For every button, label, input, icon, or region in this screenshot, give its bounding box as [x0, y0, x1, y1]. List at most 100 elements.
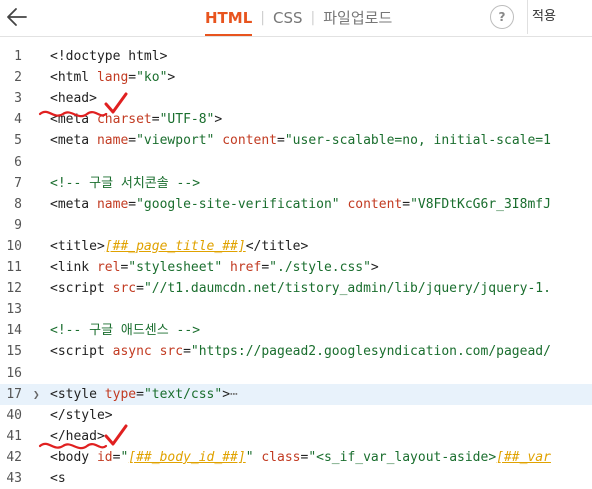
code-token: "user-scalable=no, initial-scale=1: [284, 133, 551, 149]
line-number: 10: [6, 238, 22, 254]
tab-divider: |: [310, 10, 316, 26]
code-token: "https://pagead2.googlesyndication.com/p…: [190, 344, 551, 360]
code-token: [##_body_id_##]: [128, 449, 246, 465]
tab-file-upload[interactable]: 파일업로드: [323, 0, 392, 36]
tab-divider: |: [260, 10, 265, 26]
code-token: >: [370, 260, 379, 275]
code-line: 40 </style>: [0, 405, 592, 426]
code-text: <link rel="stylesheet" href="./style.css…: [50, 257, 379, 278]
code-token: [##_var: [496, 449, 551, 465]
code-token: id: [96, 449, 113, 465]
line-number: 4: [14, 112, 22, 128]
code-text: <!doctype html>: [50, 46, 167, 67]
code-token: =: [128, 133, 137, 149]
code-token: "V8FDtKcG6r_3I8mfJ: [410, 196, 551, 212]
code-line: 43 <s: [0, 468, 592, 489]
code-token: <meta: [50, 196, 97, 212]
code-line: 6: [0, 152, 592, 173]
line-number: 14: [6, 323, 22, 339]
code-token: =: [277, 133, 285, 149]
line-number: 16: [6, 365, 22, 381]
line-number: 12: [6, 281, 22, 297]
code-token: "stylesheet": [128, 260, 223, 275]
code-token: >: [214, 112, 223, 128]
code-token: <script: [50, 344, 113, 360]
code-line: 5 <meta name="viewport" content="user-sca…: [0, 130, 592, 151]
code-line: 4 <meta charset="UTF-8">: [0, 109, 592, 130]
code-editor[interactable]: 1 <!doctype html> 2 <html lang="ko"> 3 <head>…: [0, 46, 592, 486]
code-token: "//t1.daumcdn.net/tistory_admin/lib/jque…: [143, 281, 551, 297]
code-text: <meta charset="UTF-8">: [50, 109, 222, 130]
code-token: </style>: [50, 407, 113, 423]
code-token: content: [347, 196, 403, 212]
tab-html[interactable]: HTML: [205, 0, 253, 36]
code-token: <!doctype html>: [50, 49, 168, 64]
code-line: 14 <!-- 구글 애드센스 -->: [0, 320, 592, 341]
line-number: 40: [6, 407, 22, 423]
code-token: <meta: [50, 133, 97, 149]
code-token: [##_page_title_##]: [104, 238, 246, 254]
code-text: <script async src="https://pagead2.googl…: [50, 341, 551, 362]
help-icon[interactable]: ?: [490, 5, 514, 29]
back-button[interactable]: [4, 4, 32, 30]
code-line: 41 </head>: [0, 426, 592, 447]
code-text: <!-- 구글 애드센스 -->: [50, 320, 200, 341]
editor-tabs: HTML | CSS | 파일업로드: [205, 0, 392, 36]
code-token: <!-- 구글 애드센스 -->: [50, 323, 201, 339]
line-number: 8: [14, 196, 22, 212]
code-token: <meta: [50, 112, 97, 128]
code-token: src: [112, 281, 137, 297]
code-token: "google-site-verification": [136, 196, 340, 212]
code-token: href: [230, 260, 262, 275]
code-token: =: [128, 196, 137, 212]
code-line: 16: [0, 363, 592, 384]
code-text: <body id="[##_body_id_##]" class="<s_if_…: [50, 447, 551, 468]
code-token: =: [136, 281, 144, 297]
code-token: <s: [50, 471, 66, 486]
code-token: <html: [50, 70, 97, 86]
line-number: 2: [14, 70, 22, 86]
editor-toolbar: HTML | CSS | 파일업로드 ? 적용: [0, 0, 592, 37]
code-line: 8 <meta name="google-site-verification" c…: [0, 194, 592, 215]
code-line: 12 <script src="//t1.daumcdn.net/tistory_…: [0, 278, 592, 299]
line-number: 5: [14, 133, 22, 149]
tab-css[interactable]: CSS: [273, 0, 303, 36]
code-token: <body: [50, 449, 97, 465]
line-number: 17: [6, 386, 22, 402]
code-line: 42 <body id="[##_body_id_##]" class="<s_i…: [0, 447, 592, 468]
code-token: =: [183, 344, 191, 360]
fold-chevron-icon[interactable]: ❯: [33, 384, 40, 405]
line-number: 11: [6, 260, 22, 275]
code-text: </head>: [50, 426, 105, 447]
code-text: <script src="//t1.daumcdn.net/tistory_ad…: [50, 278, 551, 299]
code-line: 2 <html lang="ko">: [0, 67, 592, 88]
apply-button[interactable]: 적용: [527, 0, 592, 34]
line-number: 1: [14, 49, 22, 64]
code-text: <title>[##_page_title_##]</title>: [50, 236, 308, 257]
code-token: =: [128, 70, 137, 86]
code-text: <!-- 구글 서치콘솔 -->: [50, 173, 200, 194]
code-token: "./style.css": [269, 260, 371, 275]
code-token: "text/css": [143, 386, 223, 402]
code-token: charset: [96, 112, 152, 128]
code-line: 17 ❯ <style type="text/css">⋯: [0, 383, 592, 405]
code-token: "UTF-8": [159, 112, 215, 128]
line-number: 13: [6, 302, 22, 318]
code-text: <meta name="google-site-verification" co…: [50, 194, 551, 215]
code-token: =: [151, 112, 160, 128]
line-number: 7: [14, 175, 22, 191]
code-line: 7 <!-- 구글 서치콘솔 -->: [0, 173, 592, 194]
code-token: <style: [50, 386, 105, 402]
code-token: =: [136, 386, 144, 402]
line-number: 15: [6, 344, 22, 360]
code-token: </title>: [245, 238, 309, 254]
code-line: 13: [0, 299, 592, 320]
code-token: name: [96, 133, 129, 149]
line-number: 42: [6, 449, 22, 465]
line-number: 9: [14, 217, 22, 233]
code-token: src: [159, 344, 184, 360]
code-line: 10 <title>[##_page_title_##]</title>: [0, 236, 592, 257]
code-text: <s: [50, 468, 66, 489]
code-token: >: [222, 386, 231, 402]
